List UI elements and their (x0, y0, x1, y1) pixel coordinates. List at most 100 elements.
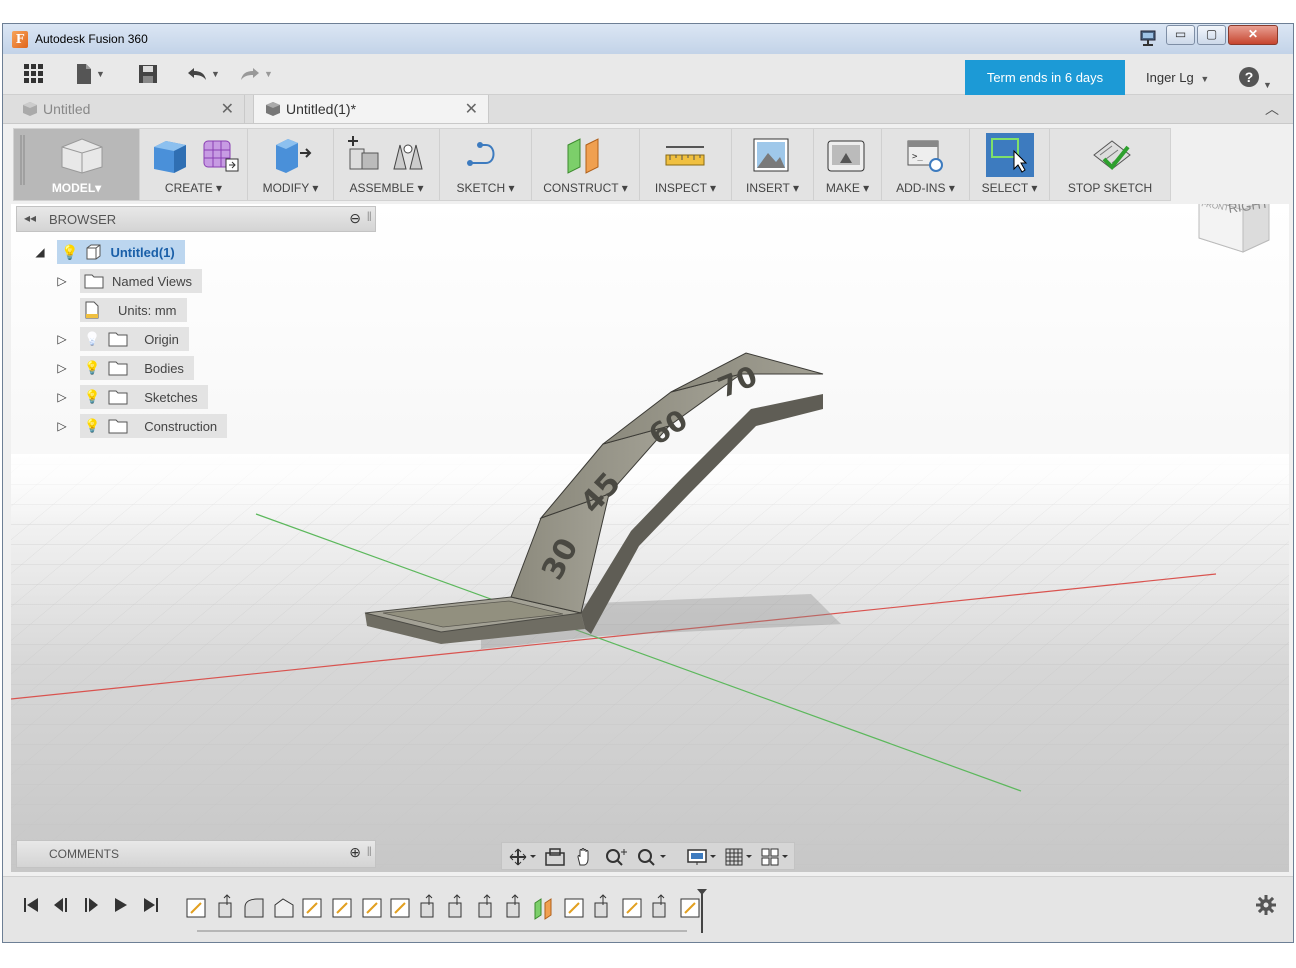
inspect-label: INSPECT ▾ (654, 181, 717, 195)
viewports-icon[interactable] (760, 847, 794, 867)
timeline-extrude-icon[interactable] (218, 894, 232, 918)
undo-button[interactable]: ▼ (186, 62, 220, 86)
comments-panel-header[interactable]: COMMENTS ⊕ ‖ (16, 840, 376, 868)
tree-node[interactable]: 💡 Construction (80, 414, 228, 438)
timeline-extrude-icon[interactable] (594, 894, 608, 918)
expand-triangle-icon[interactable]: ▷ (53, 269, 71, 293)
timeline-extrude-icon[interactable] (652, 894, 666, 918)
sketch-menu[interactable]: SKETCH ▾ (440, 129, 532, 200)
play-icon[interactable] (81, 895, 101, 915)
expand-triangle-icon[interactable]: ▷ (53, 385, 71, 409)
display-settings-icon[interactable] (686, 847, 720, 867)
collapse-triangle-icon[interactable]: ◢ (31, 240, 49, 264)
create-menu[interactable]: CREATE ▾ (140, 129, 248, 200)
timeline-sketch-icon[interactable] (390, 898, 410, 918)
3d-viewport[interactable]: 30 45 60 70 RIGHT FRONT (11, 204, 1289, 872)
close-icon[interactable]: ✕ (221, 99, 234, 119)
look-at-icon[interactable] (544, 847, 566, 867)
timeline-sketch-icon[interactable] (332, 898, 352, 918)
collapse-toolbar-icon[interactable]: ︿ (1265, 99, 1279, 119)
file-menu-button[interactable]: ▼ (75, 62, 105, 86)
maximize-button[interactable]: ▢ (1197, 25, 1226, 45)
tree-item-sketches[interactable]: ▷ 💡 Sketches (53, 385, 208, 409)
timeline-sketch-icon[interactable] (302, 898, 322, 918)
model-workspace-icon (61, 138, 103, 174)
timeline-extrude-icon[interactable] (448, 894, 462, 918)
step-back-icon[interactable] (51, 895, 71, 915)
step-forward-icon[interactable] (111, 895, 131, 915)
tree-node[interactable]: Named Views (80, 269, 202, 293)
workspace-switcher[interactable]: MODEL▾ (14, 129, 140, 200)
network-icon[interactable] (1139, 29, 1157, 47)
add-ins-menu[interactable]: >_ ADD-INS ▾ (882, 129, 970, 200)
expand-triangle-icon[interactable]: ▷ (53, 356, 71, 380)
tree-root-row[interactable]: ◢ 💡 Untitled(1) (31, 240, 185, 264)
lightbulb-icon[interactable]: 💡 (61, 244, 78, 261)
grid-settings-icon[interactable] (724, 847, 758, 867)
close-icon[interactable]: ✕ (465, 99, 478, 119)
go-to-start-icon[interactable] (21, 895, 41, 915)
tab-untitled[interactable]: Untitled ✕ (11, 95, 245, 123)
user-menu[interactable]: Inger Lg ▼ (1146, 70, 1209, 85)
tree-item-units[interactable]: Units: mm (80, 298, 187, 322)
zoom-icon[interactable] (604, 847, 628, 867)
add-comment-icon[interactable]: ⊕ (349, 844, 361, 861)
tree-item-construction[interactable]: ▷ 💡 Construction (53, 414, 228, 438)
tree-root[interactable]: 💡 Untitled(1) (57, 240, 185, 264)
grip-icon (20, 135, 25, 185)
tree-node[interactable]: Units: mm (80, 298, 187, 322)
browser-panel-header[interactable]: ◂◂ BROWSER ⊖ ‖ (16, 206, 376, 232)
make-menu[interactable]: MAKE ▾ (814, 129, 882, 200)
timeline-extrude-icon[interactable] (506, 894, 520, 918)
stop-sketch-button[interactable]: STOP SKETCH (1050, 129, 1170, 200)
close-window-button[interactable]: ✕ (1228, 25, 1278, 45)
quick-access-bar: ▼ ▼ ▼ Term ends in 6 days Inger Lg ▼ ? ▼ (3, 54, 1293, 95)
timeline-fillet-icon[interactable] (244, 898, 264, 918)
assemble-menu[interactable]: ASSEMBLE ▾ (334, 129, 440, 200)
pan-hand-icon[interactable] (574, 847, 596, 867)
term-notice-button[interactable]: Term ends in 6 days (965, 60, 1125, 95)
timeline-extrude-icon[interactable] (478, 894, 492, 918)
box-icon (154, 141, 186, 173)
insert-menu[interactable]: INSERT ▾ (732, 129, 814, 200)
select-menu[interactable]: SELECT ▾ (970, 129, 1050, 200)
data-panel-button[interactable] (23, 62, 45, 86)
save-button[interactable] (137, 62, 159, 86)
help-button[interactable]: ? ▼ (1238, 66, 1272, 93)
collapse-panel-icon[interactable]: ◂◂ (24, 211, 36, 225)
panel-grip-icon[interactable]: ‖ (367, 844, 372, 859)
go-to-end-icon[interactable] (141, 895, 161, 915)
lightbulb-off-icon[interactable]: 💡 (84, 331, 100, 347)
lightbulb-icon[interactable]: 💡 (84, 389, 100, 405)
tab-untitled-1[interactable]: Untitled(1)* ✕ (253, 95, 489, 123)
timeline-sketch-icon[interactable] (186, 898, 206, 918)
minimize-button[interactable]: ▭ (1166, 25, 1195, 45)
inspect-menu[interactable]: INSPECT ▾ (640, 129, 732, 200)
expand-triangle-icon[interactable]: ▷ (53, 414, 71, 438)
modify-menu[interactable]: MODIFY ▾ (248, 129, 334, 200)
panel-grip-icon[interactable]: ‖ (367, 209, 372, 224)
expand-triangle-icon[interactable]: ▷ (53, 327, 71, 351)
tree-item-bodies[interactable]: ▷ 💡 Bodies (53, 356, 194, 380)
lightbulb-icon[interactable]: 💡 (84, 418, 100, 434)
minus-icon[interactable]: ⊖ (349, 210, 361, 227)
timeline-sketch-icon[interactable] (362, 898, 382, 918)
timeline-extrude-icon[interactable] (420, 894, 434, 918)
gear-icon[interactable] (1255, 894, 1277, 916)
timeline-sketch-icon[interactable] (564, 898, 584, 918)
orbit-icon[interactable] (508, 847, 538, 867)
fit-icon[interactable] (636, 847, 670, 867)
construct-menu[interactable]: CONSTRUCT ▾ (532, 129, 640, 200)
redo-button[interactable]: ▼ (239, 62, 273, 86)
tree-node[interactable]: 💡 Sketches (80, 385, 208, 409)
timeline-sketch-icon[interactable] (680, 898, 700, 918)
timeline-plane-icon[interactable] (534, 898, 552, 920)
tree-node[interactable]: 💡 Bodies (80, 356, 194, 380)
timeline-sketch-icon[interactable] (622, 898, 642, 918)
view-cube[interactable]: RIGHT FRONT (1198, 204, 1270, 253)
tree-node[interactable]: 💡 Origin (80, 327, 189, 351)
timeline-shell-icon[interactable] (274, 898, 294, 918)
tree-item-named-views[interactable]: ▷ Named Views (53, 269, 202, 293)
tree-item-origin[interactable]: ▷ 💡 Origin (53, 327, 189, 351)
lightbulb-icon[interactable]: 💡 (84, 360, 100, 376)
